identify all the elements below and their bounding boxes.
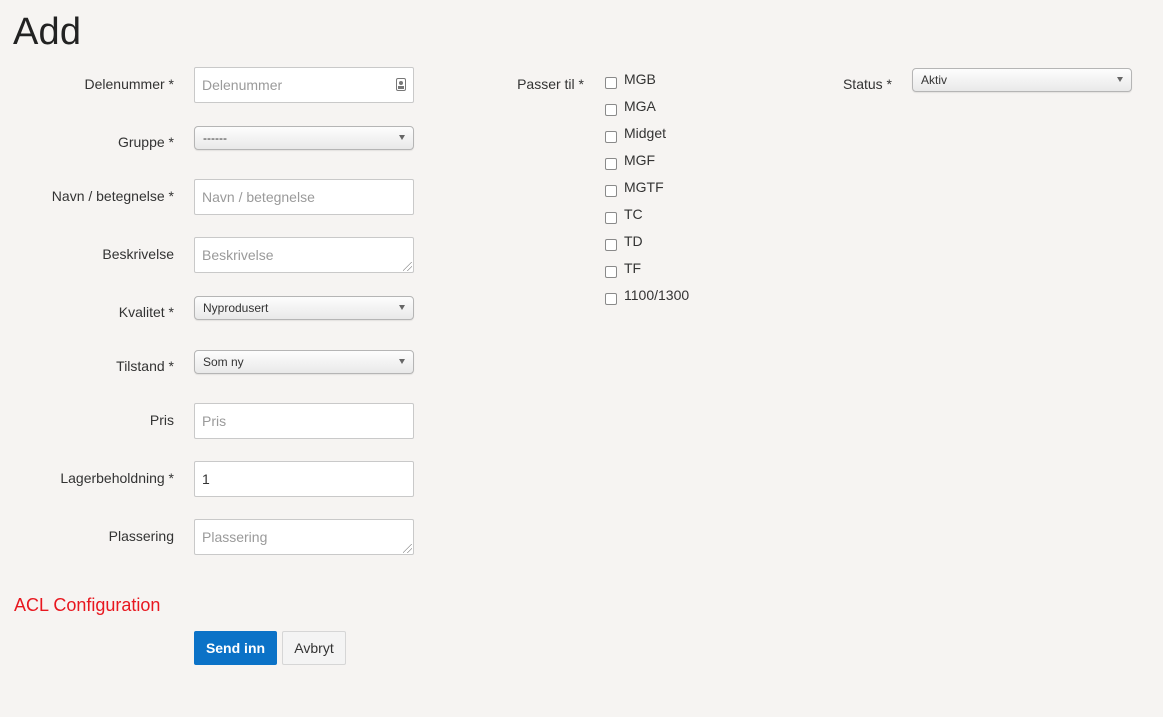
checkbox[interactable] — [605, 131, 617, 143]
status-select[interactable]: Aktiv — [912, 68, 1132, 92]
checkbox[interactable] — [605, 185, 617, 197]
kvalitet-select[interactable]: Nyprodusert — [194, 296, 414, 320]
delenummer-input[interactable]: Delenummer — [194, 67, 414, 103]
contact-card-icon — [396, 78, 406, 91]
pris-placeholder: Pris — [202, 413, 227, 429]
resize-handle-icon[interactable] — [403, 544, 412, 553]
checkbox-label: TF — [624, 260, 642, 276]
gruppe-label: Gruppe * — [117, 134, 174, 150]
chevron-down-icon — [399, 135, 405, 140]
navn-placeholder: Navn / betegnelse — [202, 189, 315, 205]
checkbox-label: TC — [624, 206, 643, 222]
resize-handle-icon[interactable] — [403, 262, 412, 271]
beskrivelse-label: Beskrivelse — [102, 246, 174, 262]
checkbox-label: Midget — [624, 125, 667, 141]
checkbox-label: MGTF — [624, 179, 664, 195]
checkbox[interactable] — [605, 266, 617, 278]
passer-til-label: Passer til * — [517, 76, 584, 92]
acl-configuration-heading[interactable]: ACL Configuration — [14, 594, 160, 616]
plassering-textarea[interactable]: Plassering — [194, 519, 414, 555]
pris-label: Pris — [149, 412, 174, 428]
tilstand-select[interactable]: Som ny — [194, 350, 414, 374]
page-title: Add — [13, 11, 82, 53]
checkbox-label: 1100/1300 — [624, 287, 690, 303]
checkbox[interactable] — [605, 293, 617, 305]
beskrivelse-textarea[interactable]: Beskrivelse — [194, 237, 414, 273]
checkbox[interactable] — [605, 158, 617, 170]
lagerbeholdning-input[interactable]: 1 — [194, 461, 414, 497]
tilstand-label: Tilstand * — [116, 358, 174, 374]
checkbox-label: MGB — [624, 71, 656, 87]
kvalitet-label: Kvalitet * — [118, 304, 174, 320]
chevron-down-icon — [399, 359, 405, 364]
submit-button[interactable]: Send inn — [194, 631, 277, 665]
checkbox-label: MGA — [624, 98, 656, 114]
checkbox[interactable] — [605, 104, 617, 116]
chevron-down-icon — [399, 305, 405, 310]
delenummer-placeholder: Delenummer — [202, 77, 283, 93]
plassering-label: Plassering — [108, 528, 174, 544]
gruppe-selected: ------ — [203, 131, 227, 145]
kvalitet-selected: Nyprodusert — [203, 301, 269, 315]
lagerbeholdning-value: 1 — [202, 471, 210, 487]
checkbox[interactable] — [605, 212, 617, 224]
gruppe-select[interactable]: ------ — [194, 126, 414, 150]
checkbox-label: MGF — [624, 152, 656, 168]
pris-input[interactable]: Pris — [194, 403, 414, 439]
delenummer-label: Delenummer * — [84, 76, 174, 92]
status-selected: Aktiv — [921, 73, 948, 87]
checkbox[interactable] — [605, 77, 617, 89]
navn-input[interactable]: Navn / betegnelse — [194, 179, 414, 215]
plassering-placeholder: Plassering — [202, 529, 268, 545]
beskrivelse-placeholder: Beskrivelse — [202, 247, 274, 263]
tilstand-selected: Som ny — [203, 355, 244, 369]
chevron-down-icon — [1117, 77, 1123, 82]
cancel-button[interactable]: Avbryt — [282, 631, 346, 665]
checkbox-label: TD — [624, 233, 643, 249]
checkbox[interactable] — [605, 239, 617, 251]
lagerbeholdning-label: Lagerbeholdning * — [60, 470, 174, 486]
status-label: Status * — [842, 76, 892, 92]
navn-label: Navn / betegnelse * — [51, 188, 174, 204]
